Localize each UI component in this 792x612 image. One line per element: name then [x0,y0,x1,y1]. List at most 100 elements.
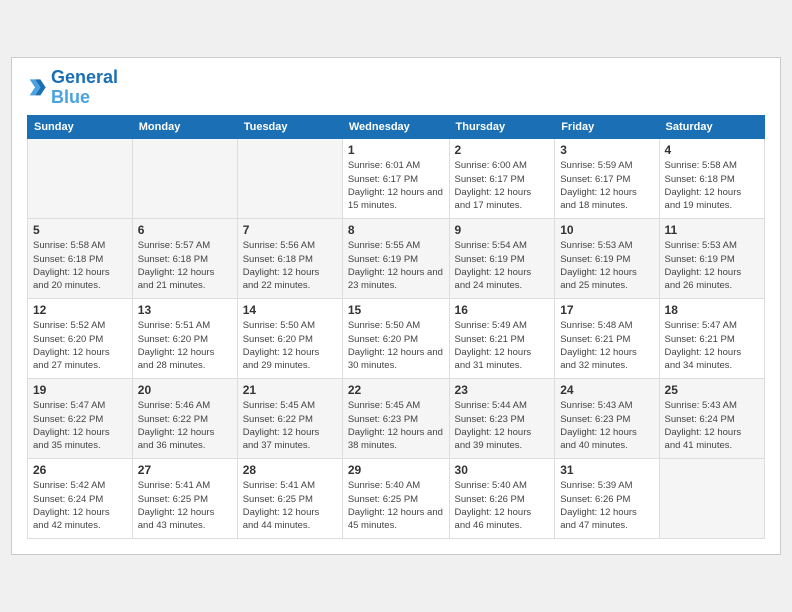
day-info: Sunrise: 5:44 AM Sunset: 6:23 PM Dayligh… [455,399,550,452]
day-info: Sunrise: 5:53 AM Sunset: 6:19 PM Dayligh… [665,239,759,292]
day-info: Sunrise: 5:52 AM Sunset: 6:20 PM Dayligh… [33,319,127,372]
calendar-cell [659,459,764,539]
calendar-cell: 18 Sunrise: 5:47 AM Sunset: 6:21 PM Dayli… [659,299,764,379]
day-info: Sunrise: 5:58 AM Sunset: 6:18 PM Dayligh… [665,159,759,212]
day-number: 26 [33,463,127,477]
weekday-header-monday: Monday [132,116,237,139]
day-info: Sunrise: 5:55 AM Sunset: 6:19 PM Dayligh… [348,239,444,292]
day-info: Sunrise: 5:48 AM Sunset: 6:21 PM Dayligh… [560,319,653,372]
calendar-cell: 27 Sunrise: 5:41 AM Sunset: 6:25 PM Dayli… [132,459,237,539]
day-info: Sunrise: 5:51 AM Sunset: 6:20 PM Dayligh… [138,319,232,372]
day-number: 13 [138,303,232,317]
day-number: 9 [455,223,550,237]
calendar-header: General Blue [27,68,765,108]
calendar-cell: 26 Sunrise: 5:42 AM Sunset: 6:24 PM Dayli… [28,459,133,539]
weekday-header-friday: Friday [555,116,659,139]
day-info: Sunrise: 5:45 AM Sunset: 6:22 PM Dayligh… [243,399,337,452]
day-info: Sunrise: 5:58 AM Sunset: 6:18 PM Dayligh… [33,239,127,292]
day-number: 15 [348,303,444,317]
calendar-cell: 25 Sunrise: 5:43 AM Sunset: 6:24 PM Dayli… [659,379,764,459]
day-info: Sunrise: 5:53 AM Sunset: 6:19 PM Dayligh… [560,239,653,292]
day-number: 21 [243,383,337,397]
calendar-week-row: 19 Sunrise: 5:47 AM Sunset: 6:22 PM Dayli… [28,379,765,459]
day-number: 17 [560,303,653,317]
calendar-cell: 15 Sunrise: 5:50 AM Sunset: 6:20 PM Dayli… [342,299,449,379]
calendar-table: SundayMondayTuesdayWednesdayThursdayFrid… [27,115,765,539]
day-number: 1 [348,143,444,157]
calendar-cell: 29 Sunrise: 5:40 AM Sunset: 6:25 PM Dayli… [342,459,449,539]
day-info: Sunrise: 6:00 AM Sunset: 6:17 PM Dayligh… [455,159,550,212]
weekday-header-sunday: Sunday [28,116,133,139]
calendar-cell: 19 Sunrise: 5:47 AM Sunset: 6:22 PM Dayli… [28,379,133,459]
day-info: Sunrise: 5:49 AM Sunset: 6:21 PM Dayligh… [455,319,550,372]
calendar-cell: 3 Sunrise: 5:59 AM Sunset: 6:17 PM Daylig… [555,139,659,219]
calendar-week-row: 5 Sunrise: 5:58 AM Sunset: 6:18 PM Daylig… [28,219,765,299]
day-number: 12 [33,303,127,317]
calendar-cell [132,139,237,219]
logo: General Blue [27,68,118,108]
day-number: 2 [455,143,550,157]
day-info: Sunrise: 5:47 AM Sunset: 6:21 PM Dayligh… [665,319,759,372]
day-number: 20 [138,383,232,397]
day-info: Sunrise: 5:41 AM Sunset: 6:25 PM Dayligh… [243,479,337,532]
day-info: Sunrise: 6:01 AM Sunset: 6:17 PM Dayligh… [348,159,444,212]
calendar-cell [28,139,133,219]
day-info: Sunrise: 5:54 AM Sunset: 6:19 PM Dayligh… [455,239,550,292]
weekday-header-row: SundayMondayTuesdayWednesdayThursdayFrid… [28,116,765,139]
day-number: 27 [138,463,232,477]
day-number: 22 [348,383,444,397]
calendar-cell [237,139,342,219]
day-info: Sunrise: 5:40 AM Sunset: 6:25 PM Dayligh… [348,479,444,532]
day-info: Sunrise: 5:59 AM Sunset: 6:17 PM Dayligh… [560,159,653,212]
day-number: 14 [243,303,337,317]
day-number: 3 [560,143,653,157]
day-info: Sunrise: 5:39 AM Sunset: 6:26 PM Dayligh… [560,479,653,532]
day-number: 5 [33,223,127,237]
day-number: 31 [560,463,653,477]
day-info: Sunrise: 5:42 AM Sunset: 6:24 PM Dayligh… [33,479,127,532]
day-info: Sunrise: 5:56 AM Sunset: 6:18 PM Dayligh… [243,239,337,292]
day-info: Sunrise: 5:43 AM Sunset: 6:23 PM Dayligh… [560,399,653,452]
calendar-cell: 14 Sunrise: 5:50 AM Sunset: 6:20 PM Dayli… [237,299,342,379]
calendar-cell: 23 Sunrise: 5:44 AM Sunset: 6:23 PM Dayli… [449,379,555,459]
calendar-cell: 20 Sunrise: 5:46 AM Sunset: 6:22 PM Dayli… [132,379,237,459]
calendar-cell: 8Sunrise: 5:55 AM Sunset: 6:19 PM Daylig… [342,219,449,299]
calendar-cell: 22Sunrise: 5:45 AM Sunset: 6:23 PM Dayli… [342,379,449,459]
calendar-cell: 24 Sunrise: 5:43 AM Sunset: 6:23 PM Dayli… [555,379,659,459]
calendar-cell: 4Sunrise: 5:58 AM Sunset: 6:18 PM Daylig… [659,139,764,219]
day-number: 16 [455,303,550,317]
day-info: Sunrise: 5:57 AM Sunset: 6:18 PM Dayligh… [138,239,232,292]
day-number: 25 [665,383,759,397]
day-number: 29 [348,463,444,477]
day-number: 24 [560,383,653,397]
day-info: Sunrise: 5:47 AM Sunset: 6:22 PM Dayligh… [33,399,127,452]
day-number: 11 [665,223,759,237]
day-number: 18 [665,303,759,317]
day-number: 7 [243,223,337,237]
day-number: 10 [560,223,653,237]
day-number: 28 [243,463,337,477]
day-number: 19 [33,383,127,397]
calendar-cell: 2 Sunrise: 6:00 AM Sunset: 6:17 PM Daylig… [449,139,555,219]
calendar-cell: 12 Sunrise: 5:52 AM Sunset: 6:20 PM Dayli… [28,299,133,379]
calendar-cell: 1 Sunrise: 6:01 AM Sunset: 6:17 PM Daylig… [342,139,449,219]
weekday-header-thursday: Thursday [449,116,555,139]
day-info: Sunrise: 5:50 AM Sunset: 6:20 PM Dayligh… [348,319,444,372]
calendar-cell: 31 Sunrise: 5:39 AM Sunset: 6:26 PM Dayli… [555,459,659,539]
day-info: Sunrise: 5:43 AM Sunset: 6:24 PM Dayligh… [665,399,759,452]
calendar-cell: 10 Sunrise: 5:53 AM Sunset: 6:19 PM Dayli… [555,219,659,299]
logo-text: General Blue [51,68,118,108]
day-number: 23 [455,383,550,397]
calendar-cell: 16 Sunrise: 5:49 AM Sunset: 6:21 PM Dayli… [449,299,555,379]
calendar-week-row: 1 Sunrise: 6:01 AM Sunset: 6:17 PM Daylig… [28,139,765,219]
calendar-week-row: 12 Sunrise: 5:52 AM Sunset: 6:20 PM Dayli… [28,299,765,379]
calendar-cell: 7 Sunrise: 5:56 AM Sunset: 6:18 PM Daylig… [237,219,342,299]
day-info: Sunrise: 5:41 AM Sunset: 6:25 PM Dayligh… [138,479,232,532]
calendar-cell: 21 Sunrise: 5:45 AM Sunset: 6:22 PM Dayli… [237,379,342,459]
day-info: Sunrise: 5:40 AM Sunset: 6:26 PM Dayligh… [455,479,550,532]
day-info: Sunrise: 5:46 AM Sunset: 6:22 PM Dayligh… [138,399,232,452]
day-info: Sunrise: 5:50 AM Sunset: 6:20 PM Dayligh… [243,319,337,372]
calendar-cell: 13 Sunrise: 5:51 AM Sunset: 6:20 PM Dayli… [132,299,237,379]
logo-general: General [51,67,118,87]
logo-icon [27,78,47,98]
